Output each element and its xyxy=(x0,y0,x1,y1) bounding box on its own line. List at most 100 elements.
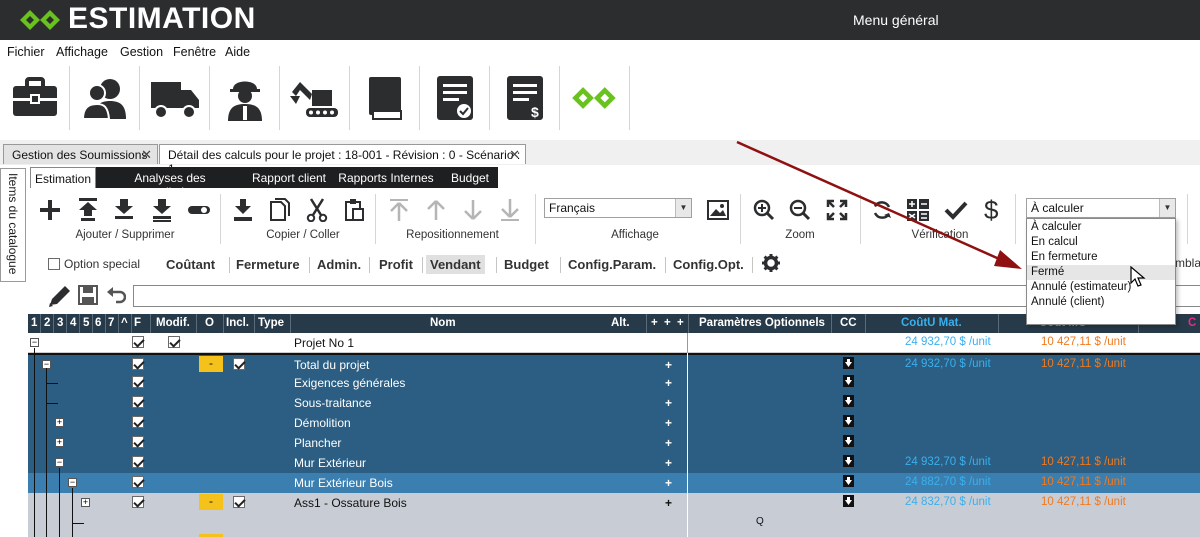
row-plus[interactable]: + xyxy=(665,436,672,450)
row-plus[interactable]: + xyxy=(665,376,672,390)
insert-child-button[interactable] xyxy=(148,196,176,224)
row-plus[interactable]: + xyxy=(665,396,672,410)
paste-button[interactable] xyxy=(340,196,368,224)
excavator-button[interactable] xyxy=(280,66,350,130)
checkbox[interactable] xyxy=(233,358,245,370)
tab-rapports-internes[interactable]: Rapports Internes xyxy=(336,167,436,188)
table-row[interactable]: − Mur Extérieur Bois + 24 882,70 $ /unit… xyxy=(28,473,1200,493)
table-row[interactable]: + - Ass1 - Ossature Bois + 24 832,70 $ /… xyxy=(28,493,1200,513)
col-type[interactable]: Type xyxy=(258,317,284,329)
f-checkbox[interactable] xyxy=(132,456,144,471)
dropdown-option-annule-client[interactable]: Annulé (client) xyxy=(1027,295,1175,310)
cc-button[interactable] xyxy=(843,415,854,430)
cc-button[interactable] xyxy=(843,455,854,470)
clients-button[interactable] xyxy=(70,66,140,130)
catalogue-book-button[interactable] xyxy=(350,66,420,130)
delete-toggle-button[interactable] xyxy=(185,196,213,224)
checkbox[interactable] xyxy=(132,358,144,370)
truck-button[interactable] xyxy=(140,66,210,130)
col-plus-1[interactable]: + xyxy=(651,317,658,329)
close-icon[interactable]: ✕ xyxy=(141,147,152,163)
cut-button[interactable] xyxy=(303,196,331,224)
insert-above-button[interactable] xyxy=(74,196,102,224)
close-icon[interactable]: ✕ xyxy=(509,147,520,163)
col-caret[interactable]: ^ xyxy=(121,317,128,329)
menu-aide[interactable]: Aide xyxy=(225,45,250,59)
menu-fichier[interactable]: Fichier xyxy=(7,45,45,59)
table-row[interactable]: + Démolition + xyxy=(28,413,1200,433)
col-f[interactable]: F xyxy=(134,317,141,329)
status-select[interactable]: À calculer ▼ xyxy=(1026,198,1176,218)
validate-button[interactable] xyxy=(942,196,970,224)
doc-tab-detail-calculs[interactable]: Détail des calculs pour le projet : 18-0… xyxy=(159,144,526,176)
view-admin[interactable]: Admin. xyxy=(313,255,365,274)
invoice-button[interactable]: $ xyxy=(490,66,560,130)
zoom-out-button[interactable] xyxy=(786,196,814,224)
row-plus[interactable]: + xyxy=(665,358,672,372)
table-row[interactable]: + Plancher + xyxy=(28,433,1200,453)
f-checkbox[interactable] xyxy=(132,436,144,451)
checkbox[interactable] xyxy=(132,396,144,408)
row-plus[interactable]: + xyxy=(665,476,672,490)
row-plus[interactable]: + xyxy=(665,416,672,430)
table-row[interactable]: Sous-traitance + xyxy=(28,393,1200,413)
dropdown-option-annule-estimateur[interactable]: Annulé (estimateur) xyxy=(1027,280,1175,295)
f-checkbox[interactable] xyxy=(132,476,144,491)
view-vendant[interactable]: Vendant xyxy=(426,255,485,274)
copy-button[interactable] xyxy=(266,196,294,224)
col-c-partial[interactable]: C xyxy=(1188,317,1196,329)
col-plus-3[interactable]: + xyxy=(677,317,684,329)
doc-tab-soumissions[interactable]: Gestion des Soumissions ✕ xyxy=(3,144,158,164)
table-row[interactable]: − - Total du projet + 24 932,70 $ /unit … xyxy=(28,353,1200,373)
calculator-button[interactable] xyxy=(904,196,932,224)
table-row[interactable]: Exigences générales + xyxy=(28,373,1200,393)
checkbox[interactable] xyxy=(132,476,144,488)
col-alt[interactable]: Alt. xyxy=(611,317,630,329)
price-button[interactable]: $ xyxy=(978,196,1006,224)
settings-button[interactable] xyxy=(762,254,780,275)
checkbox[interactable] xyxy=(132,436,144,448)
f-checkbox[interactable] xyxy=(132,416,144,431)
col-level-1[interactable]: 1 xyxy=(31,317,37,329)
f-checkbox[interactable] xyxy=(132,358,144,373)
menu-affichage[interactable]: Affichage xyxy=(56,45,108,59)
cc-button[interactable] xyxy=(843,375,854,390)
cc-button[interactable] xyxy=(843,495,854,510)
option-marker[interactable]: - xyxy=(199,356,223,372)
chevron-down-icon[interactable]: ▼ xyxy=(1159,199,1175,217)
cc-button[interactable] xyxy=(843,475,854,490)
modif-checkbox[interactable] xyxy=(168,336,180,351)
col-level-6[interactable]: 6 xyxy=(95,317,101,329)
tab-budget[interactable]: Budget xyxy=(440,167,500,188)
refresh-button[interactable] xyxy=(868,196,896,224)
col-cc[interactable]: CC xyxy=(840,317,857,329)
collapse-icon[interactable]: − xyxy=(55,458,64,467)
col-nom[interactable]: Nom xyxy=(430,317,456,329)
expand-icon[interactable]: + xyxy=(55,418,64,427)
checkbox[interactable] xyxy=(132,336,144,348)
f-checkbox[interactable] xyxy=(132,376,144,391)
col-level-7[interactable]: 7 xyxy=(108,317,114,329)
col-parametres[interactable]: Paramètres Optionnels xyxy=(699,317,825,329)
col-o[interactable]: O xyxy=(205,317,214,329)
view-budget[interactable]: Budget xyxy=(500,255,553,274)
view-coutant[interactable]: Coûtant xyxy=(162,255,219,274)
briefcase-button[interactable] xyxy=(0,66,70,130)
col-level-3[interactable]: 3 xyxy=(57,317,63,329)
move-down-button[interactable] xyxy=(459,196,487,224)
image-button[interactable] xyxy=(704,196,732,224)
expand-icon[interactable]: + xyxy=(81,498,90,507)
zoom-in-button[interactable] xyxy=(750,196,778,224)
view-config-param[interactable]: Config.Param. xyxy=(564,255,660,274)
tab-analyses[interactable]: Analyses des compilations xyxy=(100,167,240,199)
table-row[interactable] xyxy=(28,533,1200,537)
col-modif[interactable]: Modif. xyxy=(156,317,190,329)
worker-button[interactable] xyxy=(210,66,280,130)
catalogue-side-tab[interactable]: Items du catalogue xyxy=(0,168,26,282)
insert-below-button[interactable] xyxy=(110,196,138,224)
move-top-button[interactable] xyxy=(385,196,413,224)
row-plus[interactable]: + xyxy=(665,496,672,510)
col-coutu-mat[interactable]: CoûtU Mat. xyxy=(901,317,962,329)
cc-button[interactable] xyxy=(843,357,854,372)
checkbox[interactable] xyxy=(132,496,144,508)
